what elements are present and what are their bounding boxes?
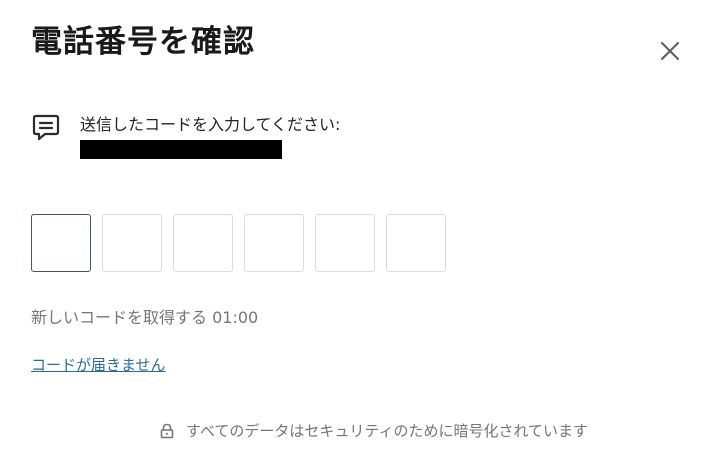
redacted-phone-number <box>80 140 282 159</box>
close-icon <box>660 41 680 61</box>
code-digit-4[interactable] <box>244 214 304 272</box>
resend-countdown: 新しいコードを取得する 01:00 <box>31 308 259 327</box>
verify-phone-dialog: 電話番号を確認 送信したコードを入力してください: 新しいコードを取得する 01… <box>0 0 728 468</box>
code-digit-1[interactable] <box>31 214 91 272</box>
dialog-title: 電話番号を確認 <box>31 24 255 60</box>
code-digit-6[interactable] <box>386 214 446 272</box>
code-digit-3[interactable] <box>173 214 233 272</box>
close-button[interactable] <box>652 33 688 69</box>
code-instruction: 送信したコードを入力してください: <box>80 115 341 134</box>
chat-message-icon <box>32 114 60 141</box>
security-notice: すべてのデータはセキュリティのために暗号化されています <box>160 420 588 442</box>
code-input-group <box>31 214 457 272</box>
security-text: すべてのデータはセキュリティのために暗号化されています <box>186 422 589 440</box>
code-digit-5[interactable] <box>315 214 375 272</box>
no-code-link[interactable]: コードが届きません <box>31 354 166 376</box>
lock-icon <box>160 423 174 439</box>
code-digit-2[interactable] <box>102 214 162 272</box>
